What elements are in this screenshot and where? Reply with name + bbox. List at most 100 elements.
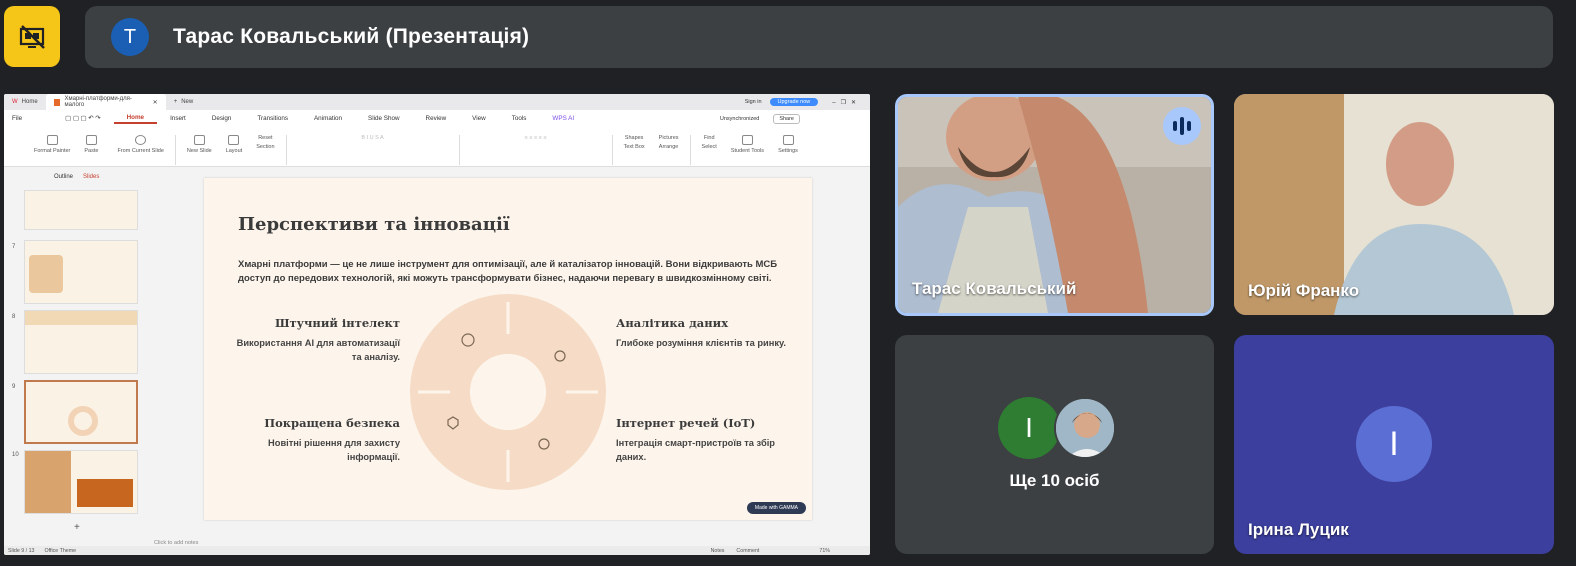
pictures-arrange-group[interactable]: Pictures Arrange	[659, 135, 679, 150]
layout-label: Layout	[225, 148, 243, 154]
wps-presentation-window: W Home Хмарні-платформи-для-малого ✕ + New …	[4, 94, 870, 555]
menu-animation[interactable]: Animation	[301, 115, 355, 122]
slide-thumbnail[interactable]	[24, 240, 138, 304]
graduation-cap-icon	[741, 135, 753, 145]
arrange-button[interactable]: Arrange	[659, 144, 679, 150]
sign-in-link[interactable]: Sign in	[745, 99, 762, 105]
add-slide-icon[interactable]: +	[74, 522, 80, 533]
analytics-text: Глибоке розуміння клієнтів та ринку.	[616, 338, 786, 348]
participant-tile-yuriy[interactable]: Юрій Франко	[1234, 94, 1554, 315]
menu-item: ▢ ▢ ▢ ↶ ↷	[65, 115, 101, 122]
divider	[689, 135, 691, 165]
more-participants-label: Ще 10 осіб	[1009, 471, 1100, 490]
shapes-textbox-group[interactable]: Shapes Text Box	[624, 135, 645, 150]
menu-file[interactable]: File	[4, 115, 35, 122]
menu-transitions[interactable]: Transitions	[244, 115, 301, 122]
share-button[interactable]: Share	[773, 113, 800, 124]
new-slide-button[interactable]: New Slide	[187, 135, 212, 154]
slide-canvas[interactable]: Перспективи та інновації Хмарні платформ…	[204, 178, 812, 520]
status-bar: Slide 9 / 13 Office Theme Notes Comment …	[4, 546, 870, 555]
analytics-heading: Аналітика даних	[616, 316, 729, 330]
reset-button[interactable]: Reset	[258, 135, 272, 141]
pictures-button[interactable]: Pictures	[659, 135, 679, 141]
shared-screen[interactable]: W Home Хмарні-платформи-для-малого ✕ + New …	[4, 94, 870, 555]
settings-button[interactable]: Settings	[778, 135, 798, 154]
clipboard-icon	[85, 135, 97, 145]
tab-home[interactable]: W Home	[4, 94, 46, 110]
participant-avatar: І	[1356, 406, 1432, 482]
format-painter-button[interactable]: Format Painter	[34, 135, 70, 154]
slide-number: 10	[12, 452, 19, 458]
menu-insert[interactable]: Insert	[157, 115, 199, 122]
made-with-badge[interactable]: Made with GAMMA	[746, 502, 806, 514]
menu-review[interactable]: Review	[413, 115, 460, 122]
textbox-button[interactable]: Text Box	[624, 144, 645, 150]
iot-heading: Інтернет речей (IoT)	[616, 416, 756, 430]
wps-tab-bar: W Home Хмарні-платформи-для-малого ✕ + New …	[4, 94, 870, 110]
thumb-header	[25, 311, 137, 325]
student-tools-label: Student Tools	[730, 148, 765, 154]
tab-slides[interactable]: Slides	[83, 174, 99, 180]
slide-number: 7	[12, 244, 16, 250]
no-screen-share-icon	[19, 24, 45, 49]
font-style-icons: B I U S A	[361, 135, 384, 141]
plus-icon: +	[173, 99, 178, 105]
menu-tools[interactable]: Tools	[499, 115, 540, 122]
slide-thumbnail-selected[interactable]	[24, 380, 138, 444]
security-text: Новітні рішення для захисту інформації.	[268, 438, 400, 462]
theme-name: Office Theme	[44, 547, 77, 554]
presentation-icon[interactable]	[4, 6, 60, 67]
comment-toggle[interactable]: Comment	[736, 548, 759, 554]
section-button[interactable]: Section	[256, 144, 274, 150]
reset-section-group[interactable]: Reset Section	[256, 135, 274, 150]
ai-text: Використання AI для автоматизації та ана…	[236, 338, 400, 362]
tab-document[interactable]: Хмарні-платформи-для-малого ✕	[45, 94, 166, 110]
format-painter-label: Format Painter	[34, 148, 71, 154]
shapes-button[interactable]: Shapes	[625, 135, 644, 141]
participant-name: Юрій Франко	[1248, 281, 1360, 300]
menu-wps-ai[interactable]: WPS AI	[539, 115, 587, 122]
slide-number: 9	[12, 384, 16, 390]
close-icon[interactable]: ✕	[153, 99, 158, 106]
menu-slideshow[interactable]: Slide Show	[355, 115, 413, 122]
zoom-level[interactable]: 71%	[819, 548, 830, 554]
pptx-icon	[53, 98, 61, 106]
settings-icon	[782, 135, 794, 145]
student-tools-button[interactable]: Student Tools	[731, 135, 764, 154]
menu-home[interactable]: Home	[113, 114, 158, 124]
innovation-cycle-diagram	[410, 294, 606, 490]
tab-new[interactable]: + New	[166, 94, 202, 110]
slide-number: 8	[12, 314, 16, 320]
select-button[interactable]: Select	[702, 144, 717, 150]
upgrade-button[interactable]: Upgrade now	[769, 98, 819, 106]
slide-thumbnail[interactable]	[24, 190, 138, 230]
new-slide-label: New Slide	[186, 148, 212, 154]
find-select-group[interactable]: Find Select	[702, 135, 717, 150]
menu-design[interactable]: Design	[199, 115, 245, 122]
notes-toggle[interactable]: Notes	[711, 548, 725, 554]
find-button[interactable]: Find	[704, 135, 715, 141]
from-current-slide-button[interactable]: From Current Slide	[117, 135, 164, 154]
paste-label: Paste	[84, 148, 99, 154]
unsync-status[interactable]: Unsynchronized	[720, 116, 759, 122]
menu-view[interactable]: View	[459, 115, 499, 122]
paragraph-controls[interactable]: ≡ ≡ ≡ ≡ ≡	[471, 135, 601, 141]
layout-icon	[228, 135, 240, 145]
divider	[458, 135, 460, 165]
play-icon	[135, 135, 147, 145]
more-participants-tile[interactable]: І Ще 10 осіб	[895, 335, 1214, 554]
slide-intro: Хмарні платформи — це не лише інструмент…	[238, 259, 778, 284]
font-controls[interactable]: B I U S A	[298, 135, 448, 141]
paste-button[interactable]: Paste	[84, 135, 98, 154]
tab-outline[interactable]: Outline	[54, 174, 73, 180]
layout-button[interactable]: Layout	[225, 135, 243, 154]
slide-thumbnail[interactable]	[24, 310, 138, 374]
participant-tile-iryna[interactable]: І Ірина Луцик	[1234, 335, 1554, 554]
brush-icon	[46, 135, 58, 145]
participant-tile-taras[interactable]: Тарас Ковальський	[895, 94, 1214, 316]
slide-thumbnail[interactable]	[24, 450, 138, 514]
ai-heading: Штучний інтелект	[274, 316, 400, 330]
window-controls[interactable]: – ❐ ✕	[832, 99, 856, 106]
new-slide-icon	[193, 135, 205, 145]
speaking-indicator-icon	[1163, 107, 1201, 145]
